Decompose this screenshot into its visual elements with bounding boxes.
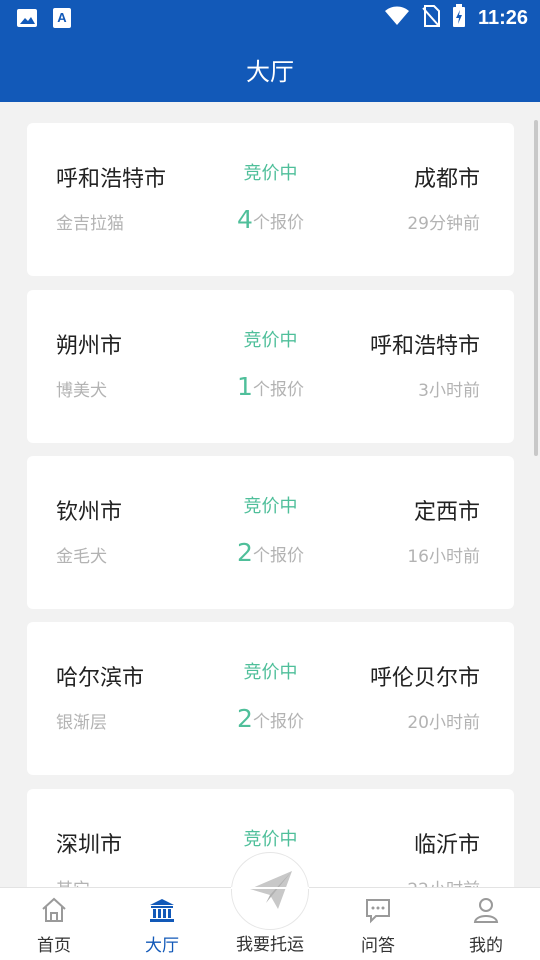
bid-unit: 个报价 [252,712,304,732]
status-bar: A 11:26 [0,0,540,36]
destination-city: 临沂市 [413,833,480,858]
bid-unit: 个报价 [252,380,304,400]
bid-number: 1 [237,372,253,401]
bid-unit: 个报价 [252,546,304,566]
tab-profile[interactable]: 我的 [432,888,540,960]
listing-card[interactable]: 呼和浩特市 金吉拉猫 竞价中 4个报价 成都市 29分钟前 [27,123,514,276]
posted-time: 3小时前 [418,381,480,401]
battery-charging-icon [452,4,466,32]
bid-number: 4 [237,205,253,234]
tab-label: 大厅 [145,936,179,956]
scrollbar[interactable] [534,120,538,456]
tab-label: 我的 [469,936,503,956]
image-icon [16,7,38,33]
user-icon [472,896,500,924]
page-title: 大厅 [246,58,294,86]
listing-card[interactable]: 钦州市 金毛犬 竞价中 2个报价 定西市 16小时前 [27,456,514,609]
svg-text:A: A [57,10,67,25]
posted-time: 29分钟前 [407,214,480,234]
posted-time: 20小时前 [407,713,480,733]
ship-button[interactable] [231,852,309,930]
home-icon [40,896,68,924]
destination-city: 呼和浩特市 [369,334,480,359]
bid-number: 2 [237,704,253,733]
wifi-icon [384,5,410,31]
listing-list[interactable]: 呼和浩特市 金吉拉猫 竞价中 4个报价 成都市 29分钟前 朔州市 博美犬 竞价… [27,123,514,887]
bid-unit: 个报价 [252,213,304,233]
tab-bar-notch [231,887,309,889]
paper-plane-icon [250,871,292,909]
tab-label: 首页 [37,936,71,956]
destination-city: 成都市 [413,167,480,192]
font-app-icon: A [52,7,72,33]
bid-number: 2 [237,538,253,567]
destination-city: 定西市 [413,500,480,525]
hall-icon [148,896,176,924]
pet-breed: 其它 [56,875,90,887]
posted-time: 16小时前 [407,547,480,567]
posted-time: 22小时前 [407,875,480,887]
tab-qa[interactable]: 问答 [324,888,432,960]
listing-card[interactable]: 朔州市 博美犬 竞价中 1个报价 呼和浩特市 3小时前 [27,290,514,443]
clock: 11:26 [477,6,528,29]
tab-label: 问答 [361,936,395,956]
chat-icon [364,896,392,924]
destination-city: 呼伦贝尔市 [369,666,480,691]
app-bar: 大厅 [0,36,540,102]
listing-card[interactable]: 哈尔滨市 银渐层 竞价中 2个报价 呼伦贝尔市 20小时前 [27,622,514,775]
tab-hall[interactable]: 大厅 [108,888,216,960]
tab-label-ship[interactable]: 我要托运 [220,930,320,955]
tab-home[interactable]: 首页 [0,888,108,960]
no-sim-icon [422,5,440,31]
